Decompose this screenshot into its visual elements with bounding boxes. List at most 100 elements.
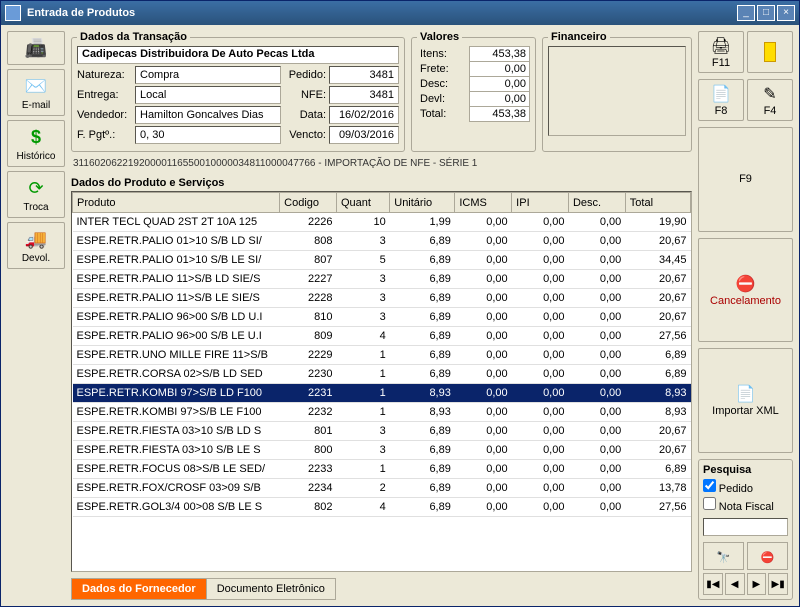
document-icon: 📄 [711, 84, 731, 104]
cell-produto: ESPE.RETR.KOMBI 97>S/B LD F100 [73, 384, 280, 403]
nav-first[interactable]: ▮◀ [703, 573, 723, 595]
company-field[interactable]: Cadipecas Distribuidora De Auto Pecas Lt… [77, 46, 399, 64]
search-button[interactable]: 🔭 [703, 542, 744, 570]
pesquisa-legend: Pesquisa [703, 464, 788, 476]
cell-desc: 0,00 [568, 327, 625, 346]
f9-button[interactable]: F9 [698, 127, 793, 232]
col-quant[interactable]: Quant [336, 193, 389, 213]
cell-produto: INTER TECL QUAD 2ST 2T 10A 125 [73, 213, 280, 232]
pedido-checkbox-label[interactable]: Pedido [703, 479, 788, 495]
grid-title: Dados do Produto e Serviços [71, 175, 692, 191]
cell-unitario: 6,89 [390, 232, 455, 251]
table-row[interactable]: ESPE.RETR.PALIO 01>10 S/B LE SI/80756,89… [73, 251, 691, 270]
cell-desc: 0,00 [568, 213, 625, 232]
cell-desc: 0,00 [568, 441, 625, 460]
col-unitario[interactable]: Unitário [390, 193, 455, 213]
financeiro-list[interactable] [548, 46, 686, 136]
nav-last[interactable]: ▶▮ [768, 573, 788, 595]
table-row[interactable]: ESPE.RETR.PALIO 01>10 S/B LD SI/80836,89… [73, 232, 691, 251]
cell-codigo: 2233 [280, 460, 337, 479]
cell-codigo: 809 [280, 327, 337, 346]
email-icon: ✉️ [22, 74, 50, 98]
cell-total: 20,67 [625, 422, 690, 441]
cell-ipi: 0,00 [512, 308, 569, 327]
app-icon [5, 5, 21, 21]
nav-next[interactable]: ▶ [747, 573, 767, 595]
table-row[interactable]: ESPE.RETR.PALIO 96>00 S/B LD U.I81036,89… [73, 308, 691, 327]
nav-prev[interactable]: ◀ [725, 573, 745, 595]
pedido-checkbox[interactable] [703, 479, 716, 492]
nfe-field[interactable]: 3481 [329, 86, 399, 104]
pesquisa-input[interactable] [703, 518, 788, 536]
natureza-field[interactable]: Compra [135, 66, 281, 84]
frete-label: Frete: [417, 62, 470, 77]
table-row[interactable]: ESPE.RETR.GOL3/4 00>08 S/B LE S80246,890… [73, 498, 691, 517]
maximize-button[interactable]: □ [757, 5, 775, 21]
f4-button[interactable]: ✎F4 [747, 79, 793, 121]
pedido-field[interactable]: 3481 [329, 66, 399, 84]
tab-documento[interactable]: Documento Eletrônico [206, 578, 336, 600]
cell-icms: 0,00 [455, 365, 512, 384]
cell-desc: 0,00 [568, 384, 625, 403]
table-row[interactable]: ESPE.RETR.PALIO 11>S/B LD SIE/S222736,89… [73, 270, 691, 289]
f8-button[interactable]: 📄F8 [698, 79, 744, 121]
fax-button[interactable]: 📠 [7, 31, 65, 65]
fax-icon: 📠 [22, 36, 50, 60]
email-button[interactable]: ✉️ E-mail [7, 69, 65, 116]
col-desc[interactable]: Desc. [568, 193, 625, 213]
entrega-field[interactable]: Local [135, 86, 281, 104]
cell-produto: ESPE.RETR.PALIO 96>00 S/B LD U.I [73, 308, 280, 327]
cancel-button[interactable]: ⛔Cancelamento [698, 238, 793, 343]
table-row[interactable]: ESPE.RETR.PALIO 11>S/B LE SIE/S222836,89… [73, 289, 691, 308]
table-row[interactable]: INTER TECL QUAD 2ST 2T 10A 1252226101,99… [73, 213, 691, 232]
cell-desc: 0,00 [568, 308, 625, 327]
table-row[interactable]: ESPE.RETR.KOMBI 97>S/B LE F100223218,930… [73, 403, 691, 422]
col-ipi[interactable]: IPI [512, 193, 569, 213]
import-xml-button[interactable]: 📄Importar XML [698, 348, 793, 453]
close-button[interactable]: × [777, 5, 795, 21]
yellow-button[interactable] [747, 31, 793, 73]
titlebar: Entrada de Produtos _ □ × [1, 1, 799, 25]
cell-produto: ESPE.RETR.UNO MILLE FIRE 11>S/B [73, 346, 280, 365]
table-row[interactable]: ESPE.RETR.PALIO 96>00 S/B LE U.I80946,89… [73, 327, 691, 346]
historico-button[interactable]: $ Histórico [7, 120, 65, 167]
valores-legend: Valores [417, 31, 462, 43]
edit-icon: ✎ [763, 84, 776, 104]
col-total[interactable]: Total [625, 193, 690, 213]
tab-fornecedor[interactable]: Dados do Fornecedor [71, 578, 207, 600]
table-row[interactable]: ESPE.RETR.FOX/CROSF 03>09 S/B223426,890,… [73, 479, 691, 498]
cell-unitario: 6,89 [390, 422, 455, 441]
left-toolbar: 📠 ✉️ E-mail $ Histórico ⟳ Troca 🚚 Devol. [7, 31, 65, 600]
cell-unitario: 1,99 [390, 213, 455, 232]
nota-checkbox[interactable] [703, 497, 716, 510]
cell-produto: ESPE.RETR.FIESTA 03>10 S/B LE S [73, 441, 280, 460]
vendedor-field[interactable]: Hamilton Goncalves Dias Ju [135, 106, 281, 124]
cell-unitario: 6,89 [390, 308, 455, 327]
devolucao-button[interactable]: 🚚 Devol. [7, 222, 65, 269]
total-value: 453,38 [470, 107, 530, 122]
troca-button[interactable]: ⟳ Troca [7, 171, 65, 218]
cell-quant: 1 [336, 384, 389, 403]
col-codigo[interactable]: Codigo [280, 193, 337, 213]
vencto-field[interactable]: 09/03/2016 [329, 126, 399, 144]
cell-total: 20,67 [625, 289, 690, 308]
col-icms[interactable]: ICMS [455, 193, 512, 213]
clear-search-button[interactable]: ⛔ [747, 542, 788, 570]
table-row[interactable]: ESPE.RETR.FOCUS 08>S/B LE SED/223316,890… [73, 460, 691, 479]
table-row[interactable]: ESPE.RETR.FIESTA 03>10 S/B LE S80036,890… [73, 441, 691, 460]
product-grid[interactable]: Produto Codigo Quant Unitário ICMS IPI D… [72, 192, 691, 571]
table-row[interactable]: ESPE.RETR.CORSA 02>S/B LD SED223016,890,… [73, 365, 691, 384]
frete-value: 0,00 [470, 62, 530, 77]
f11-button[interactable]: 🖨F11 [698, 31, 744, 73]
table-row[interactable]: ESPE.RETR.UNO MILLE FIRE 11>S/B222916,89… [73, 346, 691, 365]
minimize-button[interactable]: _ [737, 5, 755, 21]
valores-panel: Valores Itens:453,38 Frete:0,00 Desc:0,0… [411, 31, 536, 152]
table-row[interactable]: ESPE.RETR.KOMBI 97>S/B LD F100223118,930… [73, 384, 691, 403]
fpgto-field[interactable]: 0, 30 [135, 126, 281, 144]
cell-icms: 0,00 [455, 232, 512, 251]
data-field[interactable]: 16/02/2016 [329, 106, 399, 124]
col-produto[interactable]: Produto [73, 193, 280, 213]
table-row[interactable]: ESPE.RETR.FIESTA 03>10 S/B LD S80136,890… [73, 422, 691, 441]
nota-checkbox-label[interactable]: Nota Fiscal [703, 497, 788, 513]
cell-icms: 0,00 [455, 289, 512, 308]
